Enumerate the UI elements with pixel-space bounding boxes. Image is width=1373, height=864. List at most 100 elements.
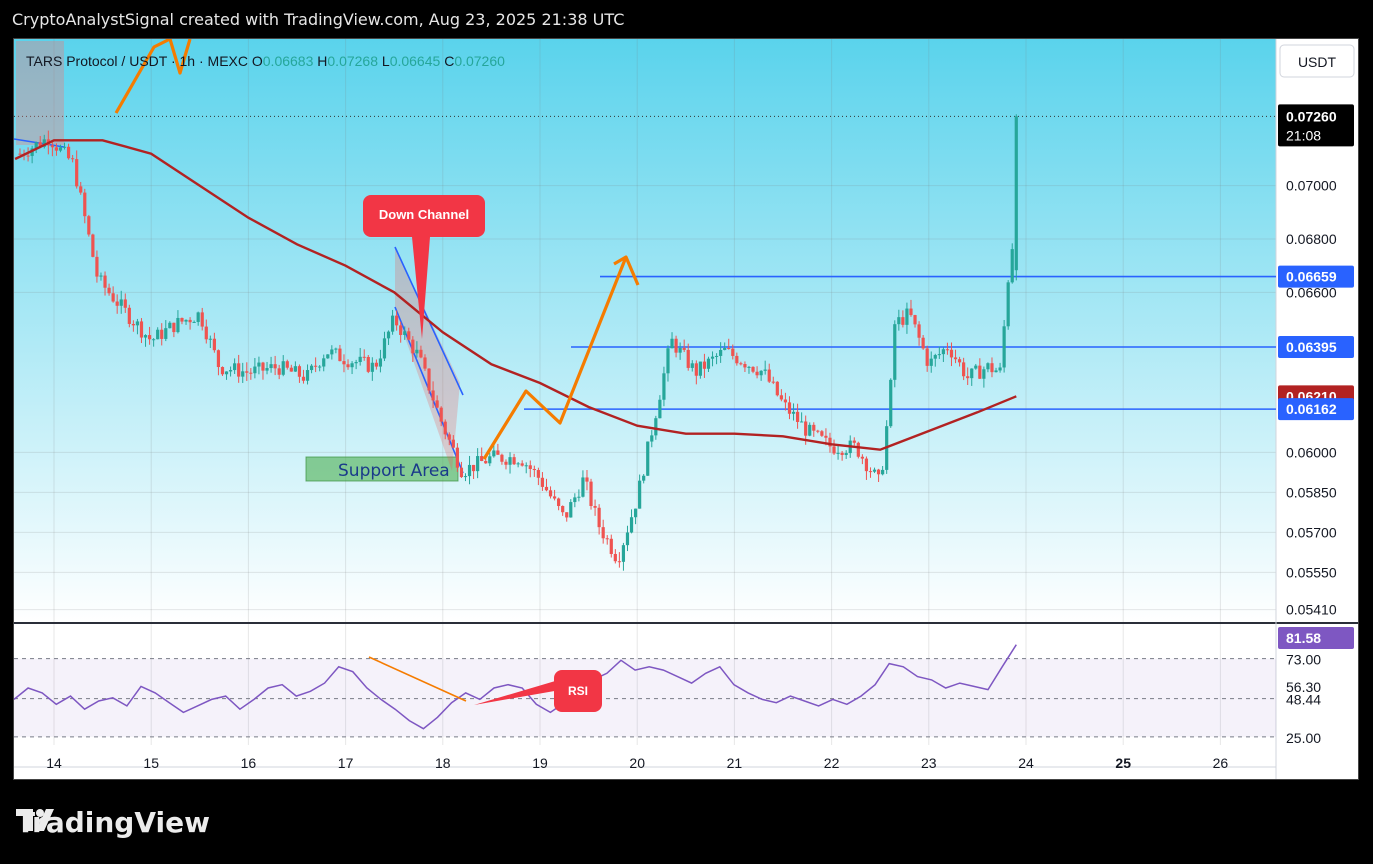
candle-body: [443, 421, 447, 435]
candle-body: [354, 362, 358, 364]
candle-body: [625, 532, 630, 546]
candle-body: [836, 452, 840, 454]
candle-body: [970, 368, 974, 379]
candle-body: [83, 192, 87, 217]
candle-body: [621, 545, 626, 562]
candle-body: [548, 490, 553, 497]
candle-body: [658, 399, 662, 419]
candle-body: [216, 350, 221, 368]
candle-body: [508, 457, 512, 465]
candle-body: [868, 471, 873, 473]
candle-body: [79, 186, 83, 193]
candle-body: [66, 146, 71, 159]
candle-body: [540, 477, 545, 487]
candle-body: [123, 299, 127, 308]
candle-body: [326, 354, 330, 359]
chart-frame[interactable]: Support Area Down Channel RSI 0.07000 0.0…: [13, 38, 1359, 780]
candle-body: [127, 307, 131, 324]
candle-body: [565, 512, 569, 518]
candle-body: [945, 349, 950, 351]
plot-background: [14, 39, 1276, 623]
candle-body: [569, 502, 573, 518]
candle-body: [399, 325, 403, 335]
candle-body: [804, 421, 808, 436]
candle-body: [156, 329, 160, 340]
time-tick-label: 23: [921, 755, 937, 771]
candle-body: [646, 441, 650, 476]
candle-body: [962, 362, 966, 377]
candle-body: [795, 411, 800, 422]
candle-body: [188, 319, 192, 323]
candle-body: [787, 402, 792, 414]
candle-body: [682, 347, 686, 350]
candle-body: [423, 357, 427, 369]
candle-body: [358, 356, 362, 363]
candle-body: [164, 328, 168, 339]
candle-body: [864, 458, 869, 472]
candle-body: [573, 497, 577, 503]
candle-body: [739, 363, 743, 365]
level-badge-1-label: 0.06659: [1286, 269, 1337, 285]
candle-body: [305, 370, 310, 381]
candle-body: [54, 147, 59, 151]
candle-body: [800, 421, 804, 423]
candle-body: [403, 331, 407, 335]
candle-body: [330, 349, 334, 355]
price-chart[interactable]: Support Area Down Channel RSI 0.07000 0.0…: [14, 39, 1358, 779]
candle-body: [860, 456, 864, 459]
candle-body: [791, 411, 796, 414]
candle-body: [431, 390, 435, 401]
candle-body: [366, 356, 370, 372]
candle-body: [613, 553, 617, 562]
price-axis: 0.070000.068000.066000.060000.058500.057…: [1278, 44, 1355, 746]
candle-body: [544, 486, 549, 491]
candle-body: [767, 369, 771, 382]
candle-body: [119, 299, 123, 306]
time-tick-label: 25: [1115, 755, 1131, 771]
time-tick-label: 14: [46, 755, 62, 771]
candle-body: [710, 356, 715, 359]
candle-body: [265, 368, 269, 371]
candle-body: [820, 431, 824, 436]
candle-body: [297, 366, 302, 377]
candle-body: [131, 323, 135, 326]
ohlc-legend: TARS Protocol / USDT · 1h · MEXC O0.0668…: [26, 53, 505, 69]
legend-bar: TARS Protocol / USDT · 1h · MEXC O0.0668…: [26, 53, 505, 69]
candle-body: [524, 465, 528, 467]
candle-body: [176, 317, 180, 333]
candle-body: [597, 507, 601, 528]
candle-body: [374, 362, 378, 367]
candle-body: [905, 308, 909, 325]
candle-body: [876, 469, 881, 475]
candle-body: [552, 496, 557, 499]
candle-body: [407, 331, 411, 340]
candle-body: [370, 362, 374, 372]
candle-body: [593, 506, 597, 508]
candle-body: [650, 435, 654, 442]
candle-body: [139, 321, 144, 338]
candle-body: [26, 155, 30, 157]
candle-body: [289, 367, 293, 372]
candle-body: [435, 400, 439, 408]
candle-body: [763, 369, 767, 371]
time-tick-label: 26: [1213, 755, 1229, 771]
candle-body: [852, 440, 856, 443]
candle-body: [609, 538, 613, 554]
candle-body: [937, 354, 941, 356]
candle-body: [978, 365, 982, 379]
candle-body: [824, 435, 828, 438]
candle-body: [135, 321, 140, 326]
candle-body: [277, 368, 281, 375]
candle-body: [314, 365, 318, 367]
candle-body: [488, 456, 492, 464]
candle-body: [654, 418, 658, 436]
candle-body: [204, 326, 208, 340]
candle-body: [386, 331, 391, 339]
candle-body: [309, 365, 314, 371]
candle-body: [516, 463, 520, 465]
candle-body: [91, 234, 95, 257]
time-tick-label: 18: [435, 755, 451, 771]
candle-body: [889, 379, 893, 427]
candle-body: [536, 470, 540, 478]
level-badge-3-label: 0.06162: [1286, 401, 1337, 417]
